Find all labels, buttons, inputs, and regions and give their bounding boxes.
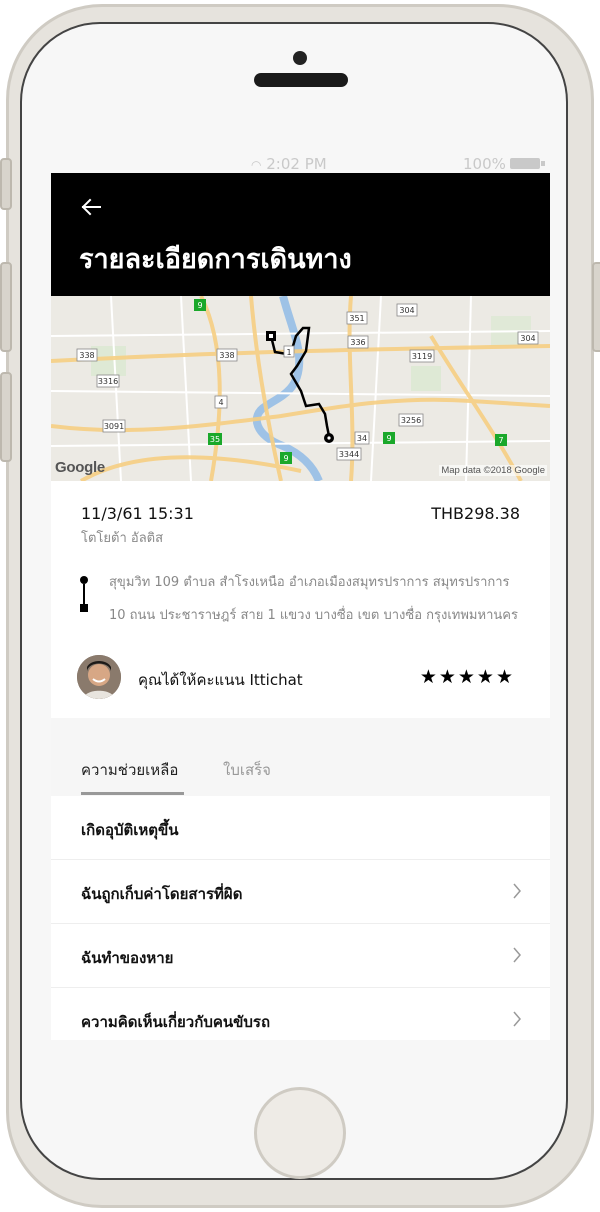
help-item-driver-feedback[interactable]: ความคิดเห็นเกี่ยวกับคนขับรถ	[51, 988, 550, 1040]
app-header: รายละเอียดการเดินทาง	[51, 173, 550, 296]
volume-down-button	[0, 372, 12, 462]
battery-icon	[510, 158, 540, 169]
svg-text:336: 336	[350, 338, 365, 347]
battery-percent: 100%	[463, 155, 506, 173]
tab-receipt[interactable]: ใบเสร็จ	[223, 758, 271, 782]
road-shield: 9	[197, 301, 202, 310]
earpiece-speaker	[254, 73, 348, 87]
rating-stars: ★★★★★	[419, 666, 515, 688]
road-shield: 9	[386, 434, 391, 443]
trip-vehicle: โตโยต้า อัลติส	[81, 531, 164, 546]
help-item-label: เกิดอุบัติเหตุขึ้น	[81, 821, 179, 839]
road-shield: 338	[79, 351, 94, 360]
road-shield: 1	[286, 348, 291, 357]
chevron-right-icon	[513, 1011, 521, 1027]
status-time-text: 2:02 PM	[266, 155, 327, 173]
road-shield: 351	[349, 314, 364, 323]
trip-summary: 11/3/61 15:31 โตโยต้า อัลติส THB298.38 ส…	[51, 481, 550, 718]
help-item-lost-item[interactable]: ฉันทำของหาย	[51, 924, 550, 988]
active-tab-indicator	[81, 792, 184, 795]
help-list: เกิดอุบัติเหตุขึ้น ฉันถูกเก็บค่าโดยสารที…	[51, 796, 550, 1040]
app-screen: รายละเอียดการเดินทาง 9 351 336 304 304 3…	[51, 173, 550, 1040]
pickup-address: สุขุมวิท 109 ตำบล สำโรงเหนือ อำเภอเมืองส…	[109, 575, 510, 590]
trip-fare: THB298.38	[431, 504, 520, 523]
pickup-dot-icon	[80, 576, 88, 584]
road-shield: 7	[498, 436, 503, 445]
trip-date: 11/3/61 15:31	[81, 504, 194, 523]
road-shield: 304	[520, 334, 535, 343]
chevron-right-icon	[513, 947, 521, 963]
volume-up-button	[0, 262, 12, 352]
page-title: รายละเอียดการเดินทาง	[79, 244, 352, 275]
help-item-label: ความคิดเห็นเกี่ยวกับคนขับรถ	[81, 1013, 271, 1031]
rating-text: คุณได้ให้คะแนน Ittichat	[138, 671, 303, 689]
map-credit: Map data ©2018 Google	[439, 465, 547, 476]
status-bar: ◠ 2:02 PM 100%	[51, 155, 550, 173]
battery-tip	[541, 161, 545, 166]
trip-route: สุขุมวิท 109 ตำบล สำโรงเหนือ อำเภอเมืองส…	[79, 571, 529, 631]
road-shield: 3119	[412, 352, 432, 361]
google-logo: Google	[55, 459, 105, 476]
road-shield: 3316	[98, 377, 118, 386]
help-item-wrong-fare[interactable]: ฉันถูกเก็บค่าโดยสารที่ผิด	[51, 860, 550, 924]
road-shield: 3091	[104, 422, 124, 431]
front-camera	[293, 51, 307, 65]
road-shield: 3256	[401, 416, 421, 425]
silent-switch	[0, 158, 12, 210]
road-shield: 35	[210, 435, 220, 444]
status-time: ◠ 2:02 PM	[251, 155, 327, 173]
wifi-icon: ◠	[251, 158, 262, 172]
map-graphic: 9 351 336 304 304 338 338 3119 3316 4 30…	[51, 296, 550, 481]
road-shield: 304	[399, 306, 414, 315]
tab-bar: ความช่วยเหลือ ใบเสร็จ	[51, 718, 550, 796]
driver-avatar	[77, 655, 121, 699]
tab-help[interactable]: ความช่วยเหลือ	[81, 758, 178, 782]
road-shield: 34	[357, 434, 367, 443]
driver-rating-row: คุณได้ให้คะแนน Ittichat ★★★★★	[77, 655, 525, 701]
chevron-right-icon	[513, 883, 521, 899]
road-shield: 3344	[339, 450, 359, 459]
home-button[interactable]	[254, 1087, 346, 1179]
dropoff-address: 10 ถนน ประชาราษฎร์ สาย 1 แขวง บางซื่อ เข…	[109, 608, 518, 623]
help-item-label: ฉันทำของหาย	[81, 949, 174, 967]
dropoff-square-icon	[80, 604, 88, 612]
route-line	[83, 584, 85, 604]
trip-map[interactable]: 9 351 336 304 304 338 338 3119 3316 4 30…	[51, 296, 550, 481]
help-item-accident[interactable]: เกิดอุบัติเหตุขึ้น	[51, 796, 550, 860]
road-shield: 338	[219, 351, 234, 360]
road-shield: 9	[283, 454, 288, 463]
back-arrow-icon[interactable]	[79, 195, 103, 219]
power-button	[592, 262, 600, 352]
road-shield: 4	[218, 398, 223, 407]
help-item-label: ฉันถูกเก็บค่าโดยสารที่ผิด	[81, 885, 243, 903]
